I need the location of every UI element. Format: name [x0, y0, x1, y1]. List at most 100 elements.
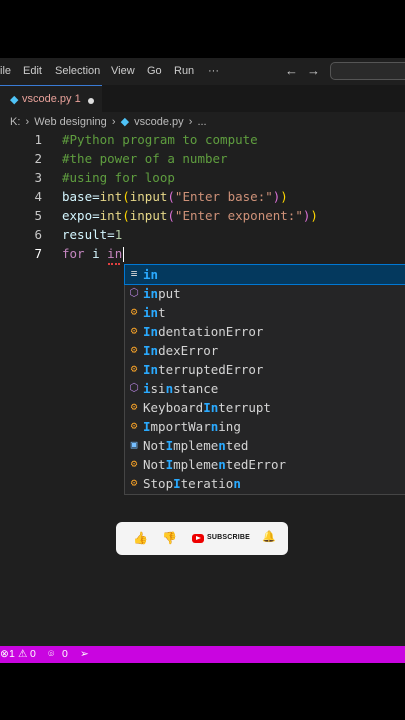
code-text: #Python program to compute: [62, 132, 258, 147]
chevron-right-icon: ›: [25, 116, 30, 128]
code-text: result=1: [62, 227, 123, 242]
menu-selection[interactable]: Selection: [55, 65, 100, 77]
code-line[interactable]: 5 expo=int(input("Enter exponent:")): [0, 208, 405, 227]
suggestion-label: in: [143, 267, 159, 282]
line-number: 5: [34, 208, 42, 223]
code-line[interactable]: 6 result=1: [0, 227, 405, 246]
suggestion-item[interactable]: ▣ NotImplemented: [125, 436, 405, 455]
suggestion-item[interactable]: ⬡ input: [125, 284, 405, 303]
method-icon: ⬡: [129, 286, 139, 299]
error-count-icon[interactable]: ⊗: [0, 648, 9, 660]
code-line[interactable]: 3 #using for loop: [0, 170, 405, 189]
suggestion-item[interactable]: ⚙ IndentationError: [125, 322, 405, 341]
ports-count[interactable]: 0: [62, 648, 68, 660]
command-center-search[interactable]: [330, 62, 405, 80]
suggestion-item[interactable]: ⚙ NotImplementedError: [125, 455, 405, 474]
suggestion-label: KeyboardInterrupt: [143, 400, 271, 415]
suggestion-label: StopIteration: [143, 476, 241, 491]
menu-edit[interactable]: Edit: [23, 65, 42, 77]
suggestion-item[interactable]: ⚙ InterruptedError: [125, 360, 405, 379]
status-bar: ⊗ 1 ⚠ 0 ⌾ 0 ➢: [0, 646, 405, 663]
class-icon: ⚙: [130, 362, 138, 375]
suggestion-label: int: [143, 305, 166, 320]
warning-count[interactable]: 0: [30, 648, 36, 660]
breadcrumb-folder[interactable]: Web designing: [34, 116, 107, 128]
class-icon: ⚙: [130, 305, 138, 318]
suggestion-item[interactable]: ⚙ int: [125, 303, 405, 322]
breadcrumb: K: › Web designing › ◆ vscode.py › ...: [10, 115, 209, 128]
line-number: 3: [34, 170, 42, 185]
menu-view[interactable]: View: [111, 65, 135, 77]
youtube-logo-icon: [192, 534, 204, 543]
line-number: 7: [34, 246, 42, 261]
vscode-window: ile Edit Selection View Go Run ··· ← → ◆…: [0, 58, 405, 663]
menu-go[interactable]: Go: [147, 65, 162, 77]
class-icon: ⚙: [130, 343, 138, 356]
line-number: 6: [34, 227, 42, 242]
thumbs-up-icon[interactable]: 👍: [133, 531, 148, 545]
code-line-active[interactable]: 7 for i in: [0, 246, 405, 265]
class-icon: ⚙: [130, 324, 138, 337]
class-icon: ⚙: [130, 419, 138, 432]
thumbs-down-icon[interactable]: 👎: [162, 531, 177, 545]
method-icon: ⬡: [129, 381, 139, 394]
breadcrumb-file[interactable]: vscode.py: [134, 116, 184, 128]
text-cursor: [123, 247, 124, 262]
code-line[interactable]: 4 base=int(input("Enter base:")): [0, 189, 405, 208]
code-line[interactable]: 2 #the power of a number: [0, 151, 405, 170]
breadcrumb-symbol[interactable]: ...: [197, 116, 206, 128]
chevron-right-icon: ›: [111, 116, 116, 128]
ports-icon[interactable]: ⌾: [48, 648, 54, 661]
error-count[interactable]: 1: [9, 648, 15, 660]
tab-vscode-py[interactable]: ◆ vscode.py 1: [0, 85, 102, 113]
warning-icon[interactable]: ⚠: [18, 648, 27, 660]
error-squiggle: [108, 261, 120, 265]
suggestion-item[interactable]: ≡ in: [124, 264, 405, 285]
class-icon: ⚙: [130, 457, 138, 470]
code-text: #the power of a number: [62, 151, 228, 166]
class-icon: ⚙: [130, 476, 138, 489]
suggestion-label: ImportWarning: [143, 419, 241, 434]
line-number: 1: [34, 132, 42, 147]
forward-arrow-icon[interactable]: →: [307, 63, 320, 78]
suggestion-label: NotImplemented: [143, 438, 249, 453]
python-file-icon: ◆: [10, 94, 19, 106]
suggestion-label: IndentationError: [143, 324, 264, 339]
suggestion-label: IndexError: [143, 343, 219, 358]
suggestion-item[interactable]: ⚙ KeyboardInterrupt: [125, 398, 405, 417]
class-icon: ⚙: [130, 400, 138, 413]
code-text: for i in: [62, 246, 123, 261]
suggestion-item[interactable]: ⚙ StopIteration: [125, 474, 405, 493]
autocomplete-suggestions[interactable]: ≡ in ⬡ input ⚙ int ⚙ IndentationError ⚙ IndexErro…: [124, 264, 405, 495]
youtube-action-bar: 👍 👎 SUBSCRIBE 🔔: [116, 522, 288, 555]
suggestion-label: isinstance: [143, 381, 219, 396]
breadcrumb-drive[interactable]: K:: [10, 116, 20, 128]
suggestion-item[interactable]: ⬡ isinstance: [125, 379, 405, 398]
back-arrow-icon[interactable]: ←: [285, 63, 298, 78]
chevron-right-icon: ›: [188, 116, 193, 128]
keyword-icon: ≡: [130, 267, 138, 280]
bell-icon[interactable]: 🔔: [262, 530, 276, 543]
menu-file[interactable]: ile: [0, 65, 11, 77]
python-file-icon: ◆: [120, 116, 130, 128]
line-number: 2: [34, 151, 42, 166]
menu-bar: ile Edit Selection View Go Run ··· ← →: [0, 58, 405, 85]
line-number: 4: [34, 189, 42, 204]
code-line[interactable]: 1 #Python program to compute: [0, 132, 405, 151]
tab-label: vscode.py 1: [22, 93, 81, 105]
menu-run[interactable]: Run: [174, 65, 194, 77]
constant-icon: ▣: [130, 438, 138, 451]
suggestion-label: NotImplementedError: [143, 457, 287, 472]
suggestion-label: InterruptedError: [143, 362, 264, 377]
code-text: #using for loop: [62, 170, 175, 185]
suggestion-item[interactable]: ⚙ ImportWarning: [125, 417, 405, 436]
menu-more[interactable]: ···: [208, 65, 219, 77]
suggestion-item[interactable]: ⚙ IndexError: [125, 341, 405, 360]
unsaved-dot-icon[interactable]: [88, 98, 94, 104]
code-text: expo=int(input("Enter exponent:")): [62, 208, 318, 223]
editor-tab-bar: ◆ vscode.py 1: [0, 85, 405, 113]
code-text: base=int(input("Enter base:")): [62, 189, 288, 204]
live-share-icon[interactable]: ➢: [80, 648, 89, 660]
subscribe-label: SUBSCRIBE: [207, 534, 251, 541]
suggestion-label: input: [143, 286, 181, 301]
